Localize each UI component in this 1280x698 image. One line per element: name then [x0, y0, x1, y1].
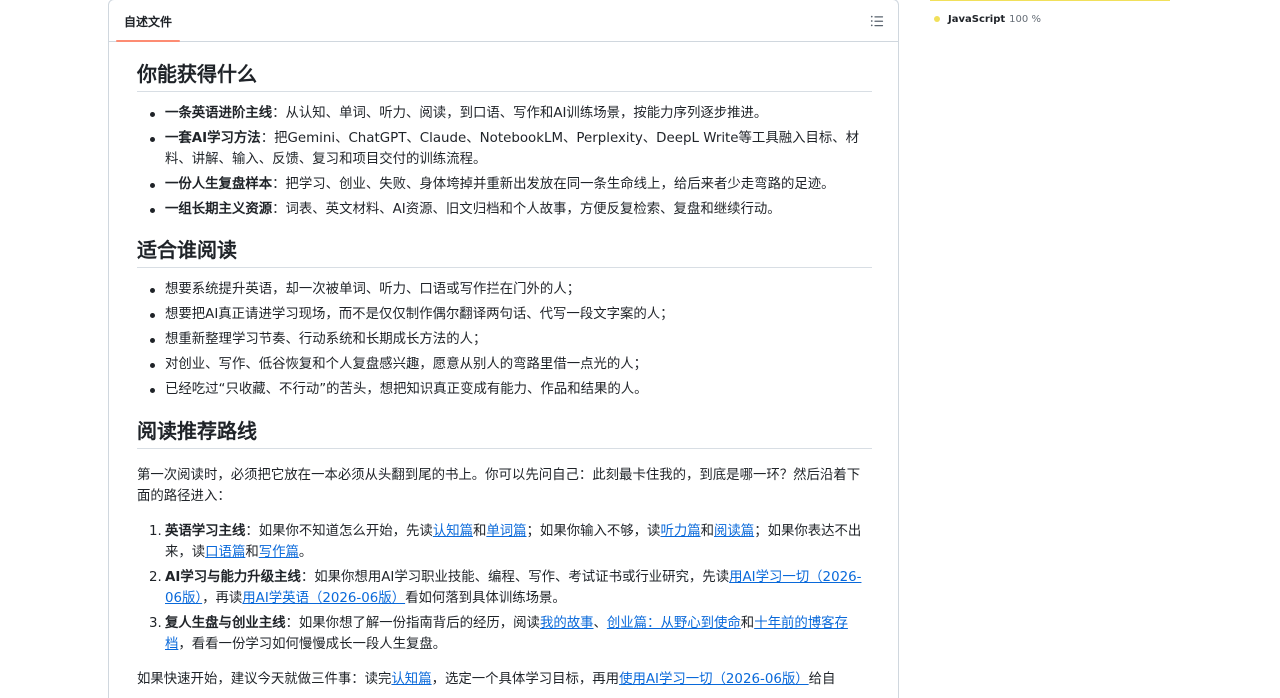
javascript-color-dot: [934, 16, 940, 22]
readme-tab[interactable]: 自述文件: [116, 0, 180, 42]
link-ai-learn-everything-closing[interactable]: 使用AI学习一切（2026-06版）: [619, 672, 809, 687]
route-item-english: 1. 英语学习主线：如果你不知道怎么开始，先读认知篇和单词篇；如果你输入不够，读听…: [149, 523, 862, 560]
section-heading-audience: 适合谁阅读: [137, 234, 872, 268]
list-item: 一套AI学习方法：把Gemini、ChatGPT、Claude、Notebook…: [137, 129, 872, 170]
list-item: 一组长期主义资源：词表、英文材料、AI资源、旧文归档和个人故事，方便反复检索、复…: [137, 200, 872, 221]
route-list: 1. 英语学习主线：如果你不知道怎么开始，先读认知篇和单词篇；如果你输入不够，读听…: [137, 521, 872, 655]
audience-list: 想要系统提升英语，却一次被单词、听力、口语或写作拦在门外的人； 想要把AI真正请…: [137, 280, 872, 401]
section-heading-path: 阅读推荐路线: [137, 415, 872, 449]
path-closing: 如果快速开始，建议今天就做三件事：读完认知篇，选定一个具体学习目标，再用使用AI…: [137, 671, 836, 687]
link-speaking[interactable]: 口语篇: [205, 545, 245, 560]
list-item: 想要系统提升英语，却一次被单词、听力、口语或写作拦在门外的人；: [137, 280, 872, 301]
language-progress-bar: [930, 0, 1170, 1]
path-intro: 第一次阅读时，必须把它放在一本必须从头翻到尾的书上。你可以先问自己：此刻最卡住我…: [137, 467, 861, 504]
link-ai-learn-english[interactable]: 用AI学英语（2026-06版）: [242, 591, 405, 606]
readme-panel: 自述文件 你能获得什么 一条英语进阶主线：从认知、单词、听力、阅读，到口语、写作…: [108, 0, 899, 698]
list-unordered-icon[interactable]: [870, 13, 884, 27]
link-cognition-closing[interactable]: 认知篇: [391, 672, 431, 687]
list-item: 一条英语进阶主线：从认知、单词、听力、阅读，到口语、写作和AI训练场景，按能力序…: [137, 104, 872, 125]
route-item-life: 3. 复人生盘与创业主线：如果你想了解一份指南背后的经历，阅读我的故事、创业篇：从…: [149, 615, 848, 652]
link-listening[interactable]: 听力篇: [660, 524, 700, 539]
link-vocabulary[interactable]: 单词篇: [486, 524, 526, 539]
section-heading-gain: 你能获得什么: [137, 58, 872, 92]
gain-list: 一条英语进阶主线：从认知、单词、听力、阅读，到口语、写作和AI训练场景，按能力序…: [137, 104, 872, 220]
route-item-ai: 2. AI学习与能力升级主线：如果你想用AI学习职业技能、编程、写作、考试证书或行…: [149, 569, 862, 606]
link-writing[interactable]: 写作篇: [259, 545, 299, 560]
list-item: 想重新整理学习节奏、行动系统和长期成长方法的人；: [137, 330, 872, 351]
list-item: 对创业、写作、低谷恢复和个人复盘感兴趣，愿意从别人的弯路里借一点光的人；: [137, 355, 872, 376]
link-cognition[interactable]: 认知篇: [433, 524, 473, 539]
link-reading[interactable]: 阅读篇: [714, 524, 754, 539]
link-my-story[interactable]: 我的故事: [540, 616, 594, 631]
list-item: 已经吃过“只收藏、不行动”的苦头，想把知识真正变成有能力、作品和结果的人。: [137, 380, 872, 401]
list-item: 想要把AI真正请进学习现场，而不是仅仅制作偶尔翻译两句话、代写一段文字案的人；: [137, 305, 872, 326]
readme-header: 自述文件: [109, 0, 898, 42]
language-percent: 100 %: [1009, 13, 1041, 25]
list-item: 一份人生复盘样本：把学习、创业、失败、身体垮掉并重新出发放在同一条生命线上，给后…: [137, 175, 872, 196]
readme-content: 你能获得什么 一条英语进阶主线：从认知、单词、听力、阅读，到口语、写作和AI训练…: [137, 42, 872, 690]
language-stat[interactable]: JavaScript 100 %: [934, 12, 1041, 26]
link-startup[interactable]: 创业篇：从野心到使命: [607, 616, 741, 631]
language-name: JavaScript: [948, 13, 1006, 25]
